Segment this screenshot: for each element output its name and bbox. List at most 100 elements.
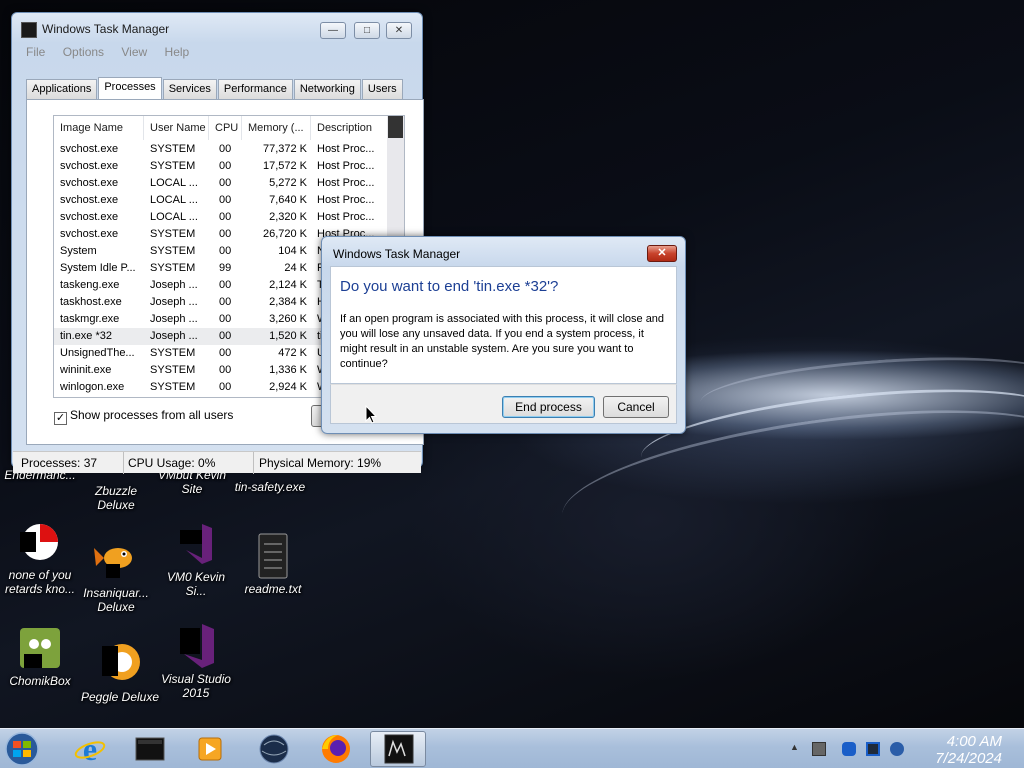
- desktop-icon[interactable]: VM0 Kevin Si...: [156, 520, 236, 598]
- process-cell: 00: [219, 160, 232, 172]
- process-cell: svchost.exe: [60, 194, 119, 206]
- process-cell: UnsignedThe...: [60, 347, 135, 359]
- cancel-button[interactable]: Cancel: [603, 396, 669, 418]
- close-button[interactable]: ✕: [386, 22, 412, 39]
- process-cell: 17,572 K: [262, 160, 307, 172]
- process-cell: svchost.exe: [60, 160, 119, 172]
- end-process-confirm-button[interactable]: End process: [502, 396, 595, 418]
- process-cell: svchost.exe: [60, 228, 119, 240]
- mouse-cursor-icon: [365, 405, 377, 424]
- desktop-icon[interactable]: readme.txt: [233, 532, 313, 596]
- tab-processes[interactable]: Processes: [98, 77, 162, 99]
- process-cell: 00: [219, 245, 232, 257]
- checkbox-box[interactable]: ✓: [54, 412, 67, 425]
- process-cell: taskeng.exe: [60, 279, 120, 291]
- firefox-icon: [322, 735, 350, 763]
- taskbar-firefox[interactable]: [308, 731, 364, 767]
- bluetooth-icon[interactable]: [842, 742, 856, 756]
- process-row[interactable]: svchost.exe LOCAL ... 00 2,320 K Host Proc..…: [54, 209, 388, 226]
- start-button[interactable]: [2, 731, 54, 767]
- process-row[interactable]: svchost.exe LOCAL ... 00 7,640 K Host Proc..…: [54, 192, 388, 209]
- desktop-icon[interactable]: Zbuzzle Deluxe: [76, 484, 156, 512]
- taskbar: e ▲ 4:00 AM 7/24/2024: [0, 728, 1024, 768]
- taskbar-libraries[interactable]: [122, 731, 178, 767]
- process-cell: 1,520 K: [269, 330, 307, 342]
- status-divider: [253, 452, 254, 474]
- dialog-title-bar[interactable]: Windows Task Manager ✕: [322, 237, 685, 267]
- tab-services[interactable]: Services: [162, 79, 217, 99]
- menu-view[interactable]: View: [121, 45, 147, 59]
- tab-networking[interactable]: Networking: [293, 79, 361, 99]
- process-cell: 00: [219, 177, 232, 189]
- process-cell: 00: [219, 347, 232, 359]
- dialog-close-button[interactable]: ✕: [647, 245, 677, 262]
- show-all-processes-checkbox[interactable]: ✓ Show processes from all users: [54, 408, 233, 425]
- menu-help[interactable]: Help: [165, 45, 190, 59]
- column-header-memory[interactable]: Memory (...: [242, 116, 311, 140]
- tab-users[interactable]: Users: [361, 79, 403, 99]
- process-row[interactable]: svchost.exe SYSTEM 00 77,372 K Host Proc...: [54, 141, 388, 158]
- process-cell: 00: [219, 143, 232, 155]
- show-hidden-icons-icon[interactable]: ▲: [790, 742, 804, 756]
- process-cell: 77,372 K: [262, 143, 307, 155]
- desktop-icon[interactable]: Visual Studio 2015: [156, 622, 236, 700]
- process-cell: 104 K: [278, 245, 307, 257]
- maximize-button[interactable]: □: [354, 22, 380, 39]
- clock-date: 7/24/2024: [935, 750, 1002, 767]
- column-header-image-name[interactable]: Image Name: [54, 116, 144, 140]
- column-header-description[interactable]: Description: [311, 116, 388, 140]
- process-cell: 2,124 K: [269, 279, 307, 291]
- volume-icon[interactable]: [890, 742, 904, 756]
- tab-applications[interactable]: Applications: [26, 79, 98, 99]
- process-cell: Joseph ...: [150, 313, 198, 325]
- process-cell: Host Proc...: [317, 143, 375, 155]
- process-cell: svchost.exe: [60, 177, 119, 189]
- visual-studio-icon: [180, 624, 214, 668]
- process-row[interactable]: svchost.exe LOCAL ... 00 5,272 K Host Proc..…: [54, 175, 388, 192]
- monitor-icon[interactable]: [866, 742, 880, 756]
- text-file-icon: [258, 533, 288, 579]
- tab-performance[interactable]: Performance: [217, 79, 293, 99]
- title-bar[interactable]: Windows Task Manager — □ ✕: [12, 13, 422, 43]
- desktop-icon[interactable]: Insaniquar... Deluxe: [76, 536, 156, 614]
- folder-icon: [135, 737, 165, 761]
- process-cell: SYSTEM: [150, 364, 196, 376]
- menu-file[interactable]: File: [26, 45, 45, 59]
- process-cell: 3,260 K: [269, 313, 307, 325]
- column-header-user-name[interactable]: User Name: [144, 116, 209, 140]
- internet-explorer-icon: e: [74, 731, 106, 767]
- clock[interactable]: 4:00 AM 7/24/2024: [935, 733, 1002, 767]
- taskbar-internet-explorer[interactable]: e: [62, 731, 118, 767]
- process-cell: SYSTEM: [150, 381, 196, 393]
- desktop-icon[interactable]: ChomikBox: [0, 624, 80, 688]
- process-cell: System: [60, 245, 97, 257]
- taskbar-task-manager[interactable]: [370, 731, 426, 767]
- clock-time: 4:00 AM: [946, 733, 1002, 750]
- process-cell: 00: [219, 381, 232, 393]
- process-row[interactable]: svchost.exe SYSTEM 00 17,572 K Host Proc...: [54, 158, 388, 175]
- process-cell: 2,924 K: [269, 381, 307, 393]
- process-cell: Joseph ...: [150, 279, 198, 291]
- dialog-heading: Do you want to end 'tin.exe *32'?: [340, 278, 559, 295]
- process-cell: LOCAL ...: [150, 177, 198, 189]
- taskbar-media-player[interactable]: [182, 731, 238, 767]
- desktop-icon[interactable]: Peggle Deluxe: [80, 640, 160, 704]
- process-cell: 00: [219, 194, 232, 206]
- process-cell: Joseph ...: [150, 330, 198, 342]
- task-manager-icon: [384, 734, 414, 764]
- dialog-message: If an open program is associated with th…: [340, 313, 665, 370]
- action-center-icon[interactable]: [812, 742, 826, 756]
- minimize-button[interactable]: —: [320, 22, 346, 39]
- process-cell: SYSTEM: [150, 228, 196, 240]
- taskbar-network[interactable]: [246, 731, 302, 767]
- process-cell: Joseph ...: [150, 296, 198, 308]
- globe-icon: [259, 734, 289, 764]
- scrollbar-thumb[interactable]: [388, 116, 403, 138]
- process-cell: LOCAL ...: [150, 211, 198, 223]
- tab-strip: Applications Processes Services Performa…: [26, 77, 404, 99]
- process-cell: 24 K: [284, 262, 307, 274]
- menu-options[interactable]: Options: [63, 45, 104, 59]
- desktop-icon[interactable]: none of you retards kno...: [0, 518, 80, 596]
- desktop-icon[interactable]: tin-safety.exe: [230, 480, 310, 494]
- column-header-cpu[interactable]: CPU: [209, 116, 242, 140]
